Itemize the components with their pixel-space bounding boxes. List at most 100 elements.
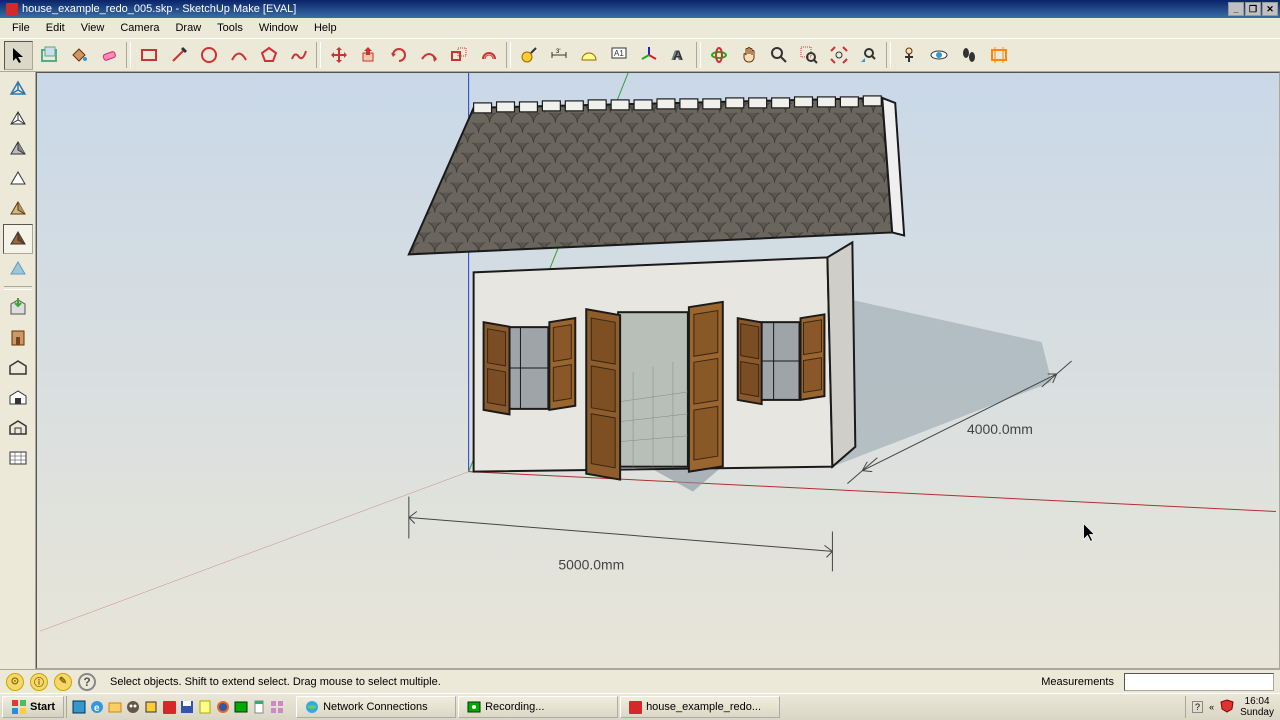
ql-app-icon[interactable] xyxy=(269,699,285,715)
freehand-tool[interactable] xyxy=(284,41,313,70)
measurements-label: Measurements xyxy=(1041,676,1118,688)
geolocation-icon[interactable]: ⊙ xyxy=(6,673,24,691)
style-wireframe[interactable] xyxy=(3,74,33,104)
arc-tool[interactable] xyxy=(224,41,253,70)
minimize-button[interactable]: _ xyxy=(1228,2,1244,16)
styles-sidebar xyxy=(0,72,36,669)
tray-expand-icon[interactable]: « xyxy=(1209,702,1214,712)
paint-bucket-tool[interactable] xyxy=(64,41,93,70)
ql-explorer-icon[interactable] xyxy=(107,699,123,715)
dimension-tool[interactable]: 3' xyxy=(544,41,573,70)
rectangle-tool[interactable] xyxy=(134,41,163,70)
svg-text:A: A xyxy=(673,47,683,63)
polygon-tool[interactable] xyxy=(254,41,283,70)
credits-icon[interactable]: ⓘ xyxy=(30,673,48,691)
claim-icon[interactable]: ✎ xyxy=(54,673,72,691)
photo-textures[interactable] xyxy=(3,442,33,472)
toolbar-separator xyxy=(126,42,131,68)
position-camera-tool[interactable] xyxy=(894,41,923,70)
dimension-depth: 4000.0mm xyxy=(967,421,1033,437)
pan-tool[interactable] xyxy=(734,41,763,70)
style-xray[interactable] xyxy=(3,254,33,284)
menu-help[interactable]: Help xyxy=(306,20,345,36)
push-pull-tool[interactable] xyxy=(354,41,383,70)
protractor-tool[interactable] xyxy=(574,41,603,70)
toggle-terrain[interactable] xyxy=(3,412,33,442)
walk-tool[interactable] xyxy=(954,41,983,70)
ql-gimp-icon[interactable] xyxy=(125,699,141,715)
look-around-tool[interactable] xyxy=(924,41,953,70)
ql-doc-icon[interactable] xyxy=(251,699,267,715)
measurements-input[interactable] xyxy=(1124,673,1274,691)
tape-measure-tool[interactable] xyxy=(514,41,543,70)
style-shaded[interactable] xyxy=(3,134,33,164)
text-tool[interactable]: A1 xyxy=(604,41,633,70)
ql-ie-icon[interactable]: e xyxy=(89,699,105,715)
taskbar-item-recording[interactable]: Recording... xyxy=(458,696,618,718)
menu-edit[interactable]: Edit xyxy=(38,20,73,36)
warehouse-get[interactable] xyxy=(3,292,33,322)
window-title: house_example_redo_005.skp - SketchUp Ma… xyxy=(22,3,296,15)
add-location[interactable] xyxy=(3,382,33,412)
ql-save-icon[interactable] xyxy=(179,699,195,715)
circle-tool[interactable] xyxy=(194,41,223,70)
menu-camera[interactable]: Camera xyxy=(112,20,167,36)
ql-sketchup-icon[interactable] xyxy=(161,699,177,715)
taskbar-item-network[interactable]: Network Connections xyxy=(296,696,456,718)
start-button[interactable]: Start xyxy=(2,696,64,718)
axes-tool[interactable] xyxy=(634,41,663,70)
eraser-tool[interactable] xyxy=(94,41,123,70)
section-plane-tool[interactable] xyxy=(984,41,1013,70)
extension-warehouse[interactable] xyxy=(3,352,33,382)
style-textured[interactable] xyxy=(3,224,33,254)
task-label: Network Connections xyxy=(323,701,428,713)
menu-draw[interactable]: Draw xyxy=(167,20,209,36)
style-shaded-textures[interactable] xyxy=(3,164,33,194)
windows-logo-icon xyxy=(11,699,27,715)
zoom-window-tool[interactable] xyxy=(794,41,823,70)
system-tray: ? « 16:04 Sunday xyxy=(1185,696,1280,718)
maximize-button[interactable]: ❐ xyxy=(1245,2,1261,16)
svg-text:A1: A1 xyxy=(614,49,624,58)
tray-clock[interactable]: 16:04 xyxy=(1240,696,1274,707)
warehouse-share[interactable] xyxy=(3,322,33,352)
start-label: Start xyxy=(30,701,55,713)
zoom-tool[interactable] xyxy=(764,41,793,70)
menu-tools[interactable]: Tools xyxy=(209,20,251,36)
tray-help-icon[interactable]: ? xyxy=(1192,701,1203,713)
tray-day: Sunday xyxy=(1240,707,1274,718)
ql-notes-icon[interactable] xyxy=(197,699,213,715)
scale-tool[interactable] xyxy=(444,41,473,70)
rotate-tool[interactable] xyxy=(384,41,413,70)
orbit-tool[interactable] xyxy=(704,41,733,70)
line-tool[interactable] xyxy=(164,41,193,70)
3d-text-tool[interactable]: AA xyxy=(664,41,693,70)
sketchup-icon xyxy=(629,701,642,714)
3d-viewport[interactable]: 5000.0mm 4000.0mm xyxy=(36,72,1280,669)
taskbar-item-sketchup[interactable]: house_example_redo... xyxy=(620,696,780,718)
close-button[interactable]: ✕ xyxy=(1262,2,1278,16)
ql-firefox-icon[interactable] xyxy=(215,699,231,715)
style-monochrome[interactable] xyxy=(3,194,33,224)
ql-show-desktop-icon[interactable] xyxy=(71,699,87,715)
record-icon xyxy=(467,700,481,714)
dimension-width: 5000.0mm xyxy=(558,556,624,572)
offset-tool[interactable] xyxy=(474,41,503,70)
ql-paint-icon[interactable] xyxy=(143,699,159,715)
follow-me-tool[interactable] xyxy=(414,41,443,70)
help-icon[interactable]: ? xyxy=(78,673,96,691)
menu-view[interactable]: View xyxy=(73,20,113,36)
cursor-icon xyxy=(1084,523,1095,541)
menu-window[interactable]: Window xyxy=(251,20,306,36)
move-tool[interactable] xyxy=(324,41,353,70)
style-hidden-line[interactable] xyxy=(3,104,33,134)
previous-view-tool[interactable] xyxy=(854,41,883,70)
zoom-extents-tool[interactable] xyxy=(824,41,853,70)
tray-shield-icon[interactable] xyxy=(1220,699,1234,716)
select-tool[interactable] xyxy=(4,41,33,70)
make-component-tool[interactable] xyxy=(34,41,63,70)
ql-terminal-icon[interactable] xyxy=(233,699,249,715)
menu-bar: File Edit View Camera Draw Tools Window … xyxy=(0,18,1280,38)
menu-file[interactable]: File xyxy=(4,20,38,36)
toolbar-separator xyxy=(696,42,701,68)
